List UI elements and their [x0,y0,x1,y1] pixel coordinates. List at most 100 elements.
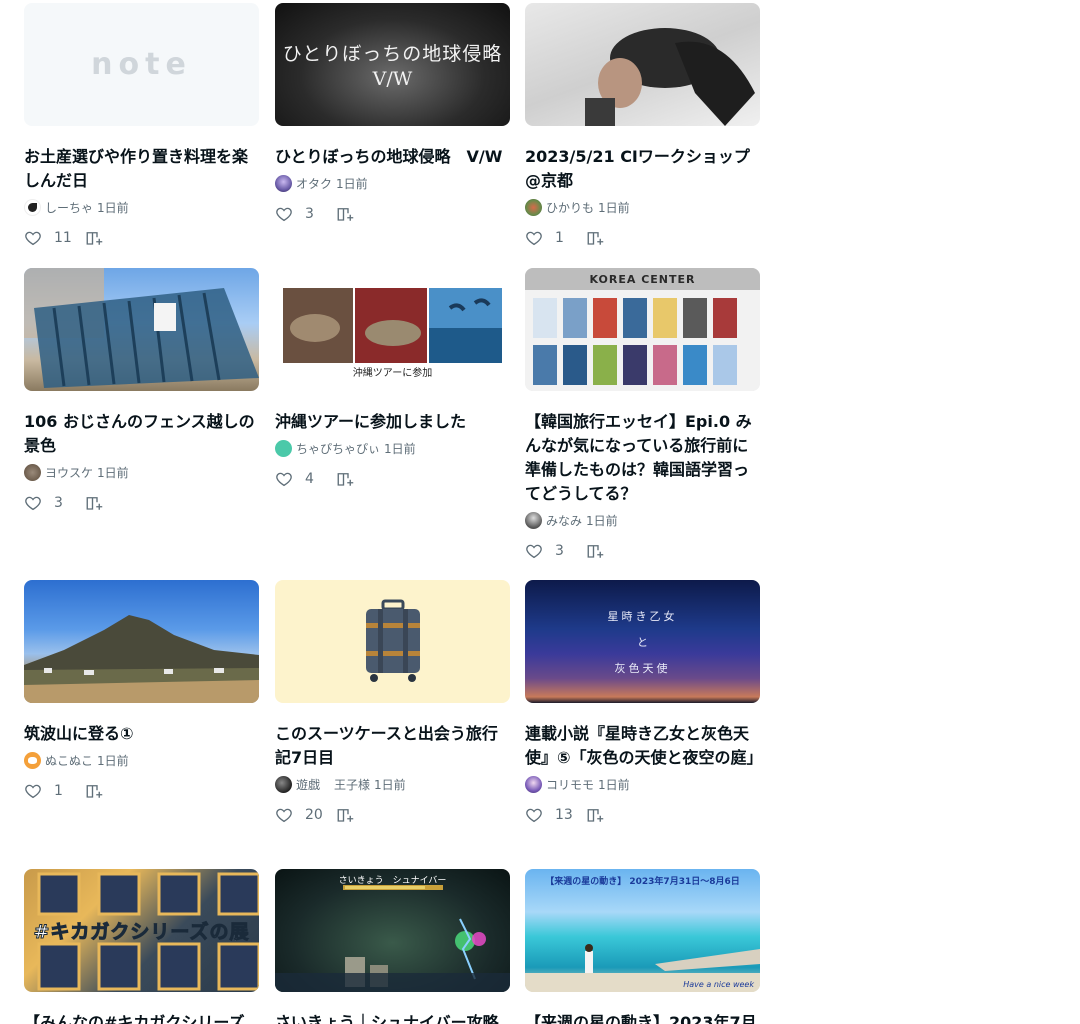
thumbnail-sign-text: KOREA CENTER [589,272,696,286]
author-avatar[interactable] [525,511,542,529]
heart-icon[interactable] [525,806,543,824]
magazine-add-icon[interactable] [336,205,354,223]
article-thumbnail[interactable]: 沖縄ツアーに参加 [275,268,510,391]
post-time: 1日前 [97,465,129,480]
author-name[interactable]: ちゃぴちゃぴぃ [296,440,380,457]
article-thumbnail[interactable] [275,580,510,703]
article-actions: 3 [24,491,259,515]
dancer-photo [585,28,755,126]
article-author[interactable]: みなみ 1日前 [525,510,760,530]
article-author[interactable]: コリモモ 1日前 [525,774,760,794]
heart-icon[interactable] [275,806,293,824]
author-avatar[interactable] [275,439,292,457]
magazine-add-icon[interactable] [586,229,604,247]
heart-icon[interactable] [24,782,42,800]
article-thumbnail[interactable]: #キカガクシリーズの展 [24,869,259,992]
article-card[interactable]: 106 おじさんのフェンス越しの景色 ヨウスケ 1日前 3 [24,268,259,515]
post-time: 1日前 [586,513,618,528]
magazine-add-icon[interactable] [586,806,604,824]
article-thumbnail[interactable] [24,268,259,391]
post-time: 1日前 [97,753,129,768]
post-time: 1日前 [598,200,630,215]
thumbnail-connector: と [637,635,648,649]
heart-icon[interactable] [275,470,293,488]
article-thumbnail[interactable]: 【来週の星の動き】 2023年7月31日～8月6日 Have a nice we… [525,869,760,992]
magazine-add-icon[interactable] [85,782,103,800]
article-author[interactable]: オタク 1日前 [275,173,510,193]
article-author[interactable]: 遊戯 王子様 1日前 [275,774,510,794]
article-card[interactable]: 沖縄ツアーに参加 沖縄ツアーに参加しました ちゃぴちゃぴぃ 1日前 4 [275,268,510,491]
article-author[interactable]: ちゃぴちゃぴぃ 1日前 [275,438,510,458]
author-name[interactable]: みなみ [546,512,582,529]
magazine-add-icon[interactable] [586,542,604,560]
author-avatar[interactable] [24,751,41,769]
magazine-add-icon[interactable] [85,494,103,512]
author-name[interactable]: しーちゃ [45,199,93,216]
author-avatar[interactable] [275,174,292,192]
article-thumbnail[interactable]: KOREA CENTER [525,268,760,391]
article-card[interactable]: 2023/5/21 CIワークショップ@京都 ひかりも 1日前 1 [525,3,760,250]
magazine-add-icon[interactable] [85,229,103,247]
article-card[interactable]: さいきょう シュナイバー さいきょう｜シュナイバー攻略メモとゲーム感想まとめ [275,869,510,1024]
author-avatar[interactable] [525,775,542,793]
author-name[interactable]: コリモモ [546,776,594,793]
article-author[interactable]: しーちゃ 1日前 [24,197,259,217]
thumbnail-caption: 沖縄ツアーに参加 [352,368,433,379]
article-title[interactable]: 【来週の星の動き】2023年7月31日～8月6日 [525,1011,760,1024]
article-thumbnail[interactable] [525,3,760,126]
article-thumbnail[interactable]: 星時き乙女 と 灰色天使 [525,580,760,703]
author-avatar[interactable] [24,198,41,216]
article-title[interactable]: 筑波山に登る① [24,722,259,746]
article-title[interactable]: 【韓国旅行エッセイ】Epi.0 みんなが気になっている旅行前に準備したものは？韓… [525,410,760,506]
thumbnail-subtitle: 灰色天使 [614,661,671,675]
thumbnail-title: ひとりぼっちの地球侵略 [282,43,503,65]
heart-icon[interactable] [24,229,42,247]
article-thumbnail[interactable]: さいきょう シュナイバー [275,869,510,992]
fence-photo [24,268,259,388]
article-card[interactable]: このスーツケースと出会う旅行記7日目 遊戯 王子様 1日前 20 [275,580,510,827]
author-name-secondary[interactable]: 王子様 [334,776,370,793]
author-name[interactable]: ヨウスケ [45,464,93,481]
article-title[interactable]: 連載小説『星時き乙女と灰色天使』⑤「灰色の天使と夜空の庭」 [525,722,763,770]
article-thumbnail[interactable]: note [24,3,259,126]
thumbnail-title: 【来週の星の動き】 2023年7月31日～8月6日 [545,877,740,887]
heart-icon[interactable] [525,542,543,560]
article-actions: 3 [275,202,510,226]
article-thumbnail[interactable]: ひとりぼっちの地球侵略 V/W [275,3,510,126]
article-title[interactable]: 106 おじさんのフェンス越しの景色 [24,410,259,458]
article-title[interactable]: お土産選びや作り置き料理を楽しんだ日 [24,145,259,193]
author-name[interactable]: オタク [296,175,332,192]
article-title[interactable]: 【みんなの#キカガクシリーズの展】おすすめ記事 [24,1011,259,1024]
magazine-add-icon[interactable] [336,806,354,824]
beach-photo [525,944,760,992]
article-title[interactable]: さいきょう｜シュナイバー攻略メモとゲーム感想まとめ [275,1011,510,1024]
author-name[interactable]: ぬこぬこ [45,752,93,769]
author-name[interactable]: 遊戯 [296,776,320,793]
like-count: 1 [54,783,63,799]
author-avatar[interactable] [24,463,41,481]
heart-icon[interactable] [24,494,42,512]
article-card[interactable]: KOREA CENTER 【韓国旅行エッセイ】Epi.0 みんなが気になっている… [525,268,760,563]
heart-icon[interactable] [275,205,293,223]
article-card[interactable]: #キカガクシリーズの展 【みんなの#キカガクシリーズの展】おすすめ記事 [24,869,259,1024]
article-title[interactable]: 沖縄ツアーに参加しました [275,410,510,434]
thumbnail-title: #キカガクシリーズの展 [33,921,250,944]
heart-icon[interactable] [525,229,543,247]
magazine-add-icon[interactable] [336,470,354,488]
article-author[interactable]: ひかりも 1日前 [525,197,760,217]
article-card[interactable]: 筑波山に登る① ぬこぬこ 1日前 1 [24,580,259,803]
article-thumbnail[interactable] [24,580,259,703]
author-avatar[interactable] [525,198,542,216]
article-title[interactable]: ひとりぼっちの地球侵略 V/W [275,145,510,169]
article-card[interactable]: ひとりぼっちの地球侵略 V/W ひとりぼっちの地球侵略 V/W オタク 1日前 … [275,3,510,226]
article-card[interactable]: 【来週の星の動き】 2023年7月31日～8月6日 Have a nice we… [525,869,760,1024]
author-name[interactable]: ひかりも [546,199,594,216]
article-author[interactable]: ぬこぬこ 1日前 [24,750,259,770]
article-card[interactable]: 星時き乙女 と 灰色天使 連載小説『星時き乙女と灰色天使』⑤「灰色の天使と夜空の… [525,580,763,827]
mountain-photo [24,615,259,703]
article-card[interactable]: note お土産選びや作り置き料理を楽しんだ日 しーちゃ 1日前 11 [24,3,259,250]
article-title[interactable]: 2023/5/21 CIワークショップ@京都 [525,145,760,193]
author-avatar[interactable] [275,775,292,793]
article-title[interactable]: このスーツケースと出会う旅行記7日目 [275,722,510,770]
article-author[interactable]: ヨウスケ 1日前 [24,462,259,482]
